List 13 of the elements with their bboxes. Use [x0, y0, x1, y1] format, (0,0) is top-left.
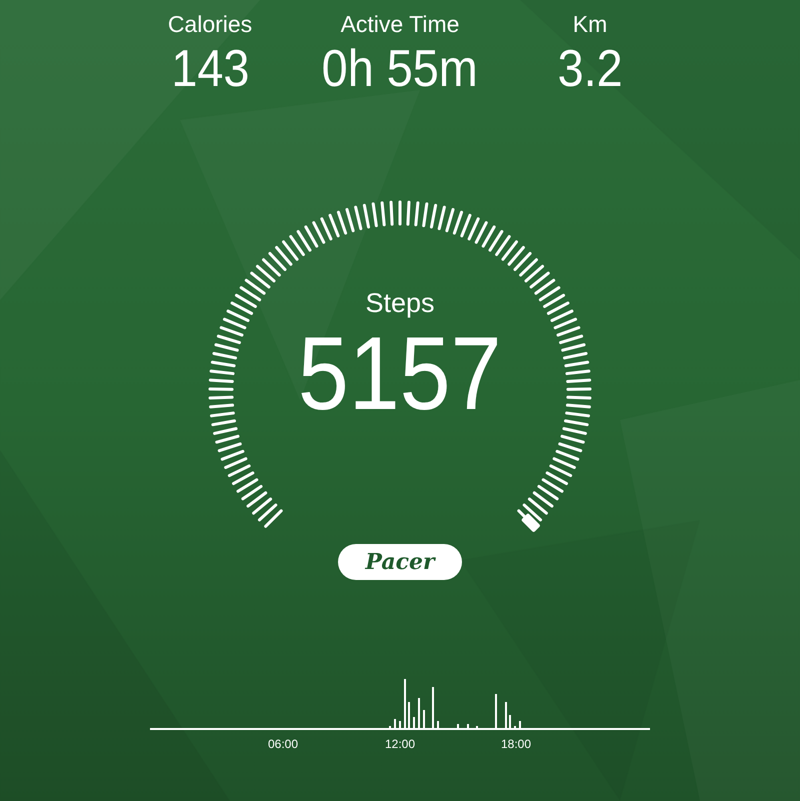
- steps-label: Steps: [365, 287, 435, 319]
- stat-label: Active Time: [340, 10, 460, 38]
- time-label: 12:00: [384, 737, 416, 751]
- gauge-marker: [520, 512, 541, 533]
- stat-value: 143: [170, 39, 250, 100]
- stat-label: Calories: [168, 10, 252, 38]
- time-label: 06:00: [268, 737, 298, 751]
- steps-count: 5157: [298, 319, 502, 429]
- stat-value: 0h 55m: [322, 39, 478, 100]
- logo-badge: Pacer: [338, 544, 462, 580]
- time-label: 18:00: [500, 737, 532, 751]
- stat-value: 3.2: [557, 39, 623, 100]
- stat-label: Km: [572, 10, 608, 38]
